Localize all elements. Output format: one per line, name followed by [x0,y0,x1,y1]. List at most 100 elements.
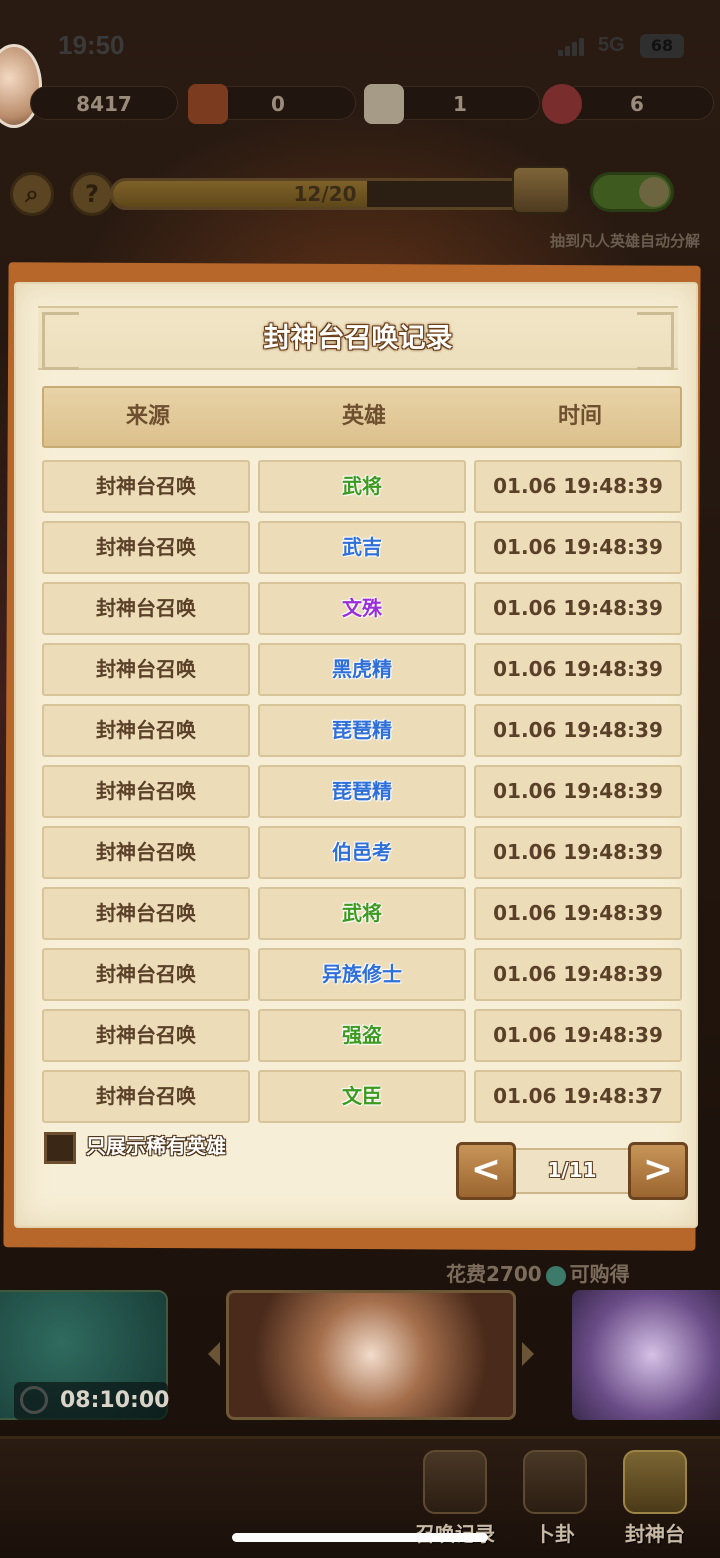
bagua-icon [523,1450,587,1514]
cell-source: 封神台召唤 [42,704,250,757]
table-row: 封神台召唤 文臣 01.06 19:48:37 [42,1070,682,1123]
search-button[interactable]: ⌕ [10,172,54,216]
toggle-knob [639,177,669,207]
arrow-left-icon[interactable] [208,1342,220,1366]
cost-prefix: 花费2700 [446,1262,542,1286]
record-scroll-icon [423,1450,487,1514]
table-header: 来源 英雄 时间 [42,386,682,448]
cell-hero: 强盗 [258,1009,466,1062]
hero-name: 异族修士 [322,962,402,986]
cell-hero: 琵琶精 [258,765,466,818]
nav-label: 封神台 [625,1522,685,1546]
cell-time: 01.06 19:48:39 [474,582,682,635]
hero-name: 武将 [342,901,382,925]
arrow-right-icon[interactable] [522,1342,534,1366]
table-row: 封神台召唤 文殊 01.06 19:48:39 [42,582,682,635]
cell-source: 封神台召唤 [42,521,250,574]
cell-source: 封神台召唤 [42,1009,250,1062]
column-header-time: 时间 [557,404,602,429]
summon-record-dialog: 封神台召唤记录 来源 英雄 时间 封神台召唤 武将 01.06 19:48:39 封神… [14,282,698,1228]
hero-name: 武吉 [342,535,382,559]
cell-source: 封神台召唤 [42,948,250,1001]
table-row: 封神台召唤 强盗 01.06 19:48:39 [42,1009,682,1062]
cell-time: 01.06 19:48:39 [474,765,682,818]
chevron-left-icon: < [470,1149,502,1190]
page-indicator: 1/11 [547,1158,597,1182]
cell-time: 01.06 19:48:39 [474,948,682,1001]
hero-name: 琵琶精 [332,718,392,742]
heart-icon [542,84,582,124]
auto-decompose-toggle[interactable] [590,172,674,212]
cell-time: 01.06 19:48:39 [474,704,682,757]
hero-name: 文殊 [342,596,382,620]
hero-name: 武将 [342,474,382,498]
cell-time: 01.06 19:48:39 [474,1009,682,1062]
column-header-hero: 英雄 [341,404,386,429]
nav-divination[interactable]: 卜卦 [510,1450,600,1550]
cell-source: 封神台召唤 [42,887,250,940]
cell-time: 01.06 19:48:39 [474,887,682,940]
summon-card-right[interactable] [572,1290,720,1420]
dialog-title-band: 封神台召唤记录 [38,306,678,370]
table-row: 封神台召唤 琵琶精 01.06 19:48:39 [42,765,682,818]
cell-hero: 伯邑考 [258,826,466,879]
table-row: 封神台召唤 黑虎精 01.06 19:48:39 [42,643,682,696]
resource-value: 1 [453,92,467,116]
search-icon: ⌕ [25,180,39,208]
hero-name: 伯邑考 [332,840,392,864]
treasure-chest-icon[interactable] [512,166,570,214]
cell-source: 封神台召唤 [42,1070,250,1123]
bag-icon [188,84,228,124]
home-indicator[interactable] [232,1533,488,1542]
next-page-button[interactable]: > [628,1142,688,1200]
cell-hero: 武将 [258,460,466,513]
hero-name: 文臣 [342,1084,382,1108]
table-row: 封神台召唤 武将 01.06 19:48:39 [42,887,682,940]
cell-hero: 异族修士 [258,948,466,1001]
progress-text: 12/20 [293,182,357,206]
rare-only-checkbox[interactable] [44,1132,76,1164]
resource-scroll: 1 [380,86,540,120]
table-row: 封神台召唤 琵琶精 01.06 19:48:39 [42,704,682,757]
cost-suffix: 可购得 [569,1262,630,1286]
cell-hero: 文殊 [258,582,466,635]
cell-hero: 武吉 [258,521,466,574]
help-button[interactable]: ? [70,172,114,216]
auto-decompose-label: 抽到凡人英雄自动分解 [549,232,700,250]
column-header-source: 来源 [125,404,170,429]
table-row: 封神台召唤 伯邑考 01.06 19:48:39 [42,826,682,879]
cell-time: 01.06 19:48:39 [474,460,682,513]
cell-source: 封神台召唤 [42,826,250,879]
summon-card-center[interactable] [226,1290,516,1420]
cell-hero: 文臣 [258,1070,466,1123]
cell-time: 01.06 19:48:39 [474,826,682,879]
cell-time: 01.06 19:48:39 [474,521,682,574]
cell-source: 封神台召唤 [42,460,250,513]
cell-source: 封神台召唤 [42,643,250,696]
resource-bar: 8417 0 1 6 [0,84,720,124]
table-row: 封神台召唤 异族修士 01.06 19:48:39 [42,948,682,1001]
rare-only-label[interactable]: 只展示稀有英雄 [86,1130,226,1159]
hero-name: 琵琶精 [332,779,392,803]
countdown-timer: 08:10:00 [14,1382,169,1420]
cell-source: 封神台召唤 [42,582,250,635]
jade-coin-icon [545,1265,566,1286]
hero-name: 强盗 [342,1023,382,1047]
network-label: 5G [598,34,625,56]
altar-icon [623,1450,687,1514]
scroll-icon [364,84,404,124]
cell-hero: 黑虎精 [258,643,466,696]
resource-jade: 8417 [30,86,178,120]
cell-source: 封神台召唤 [42,765,250,818]
summon-progress-bar: 12/20 [110,178,540,210]
table-row: 封神台召唤 武吉 01.06 19:48:39 [42,521,682,574]
signal-icon [558,36,590,56]
resource-value: 8417 [76,92,132,116]
nav-fengshen-altar[interactable]: 封神台 [610,1450,700,1550]
cell-time: 01.06 19:48:37 [474,1070,682,1123]
cell-hero: 武将 [258,887,466,940]
prev-page-button[interactable]: < [456,1142,516,1200]
cost-text: 花费2700 可购得 [446,1258,630,1287]
resource-value: 6 [630,92,644,116]
cell-hero: 琵琶精 [258,704,466,757]
